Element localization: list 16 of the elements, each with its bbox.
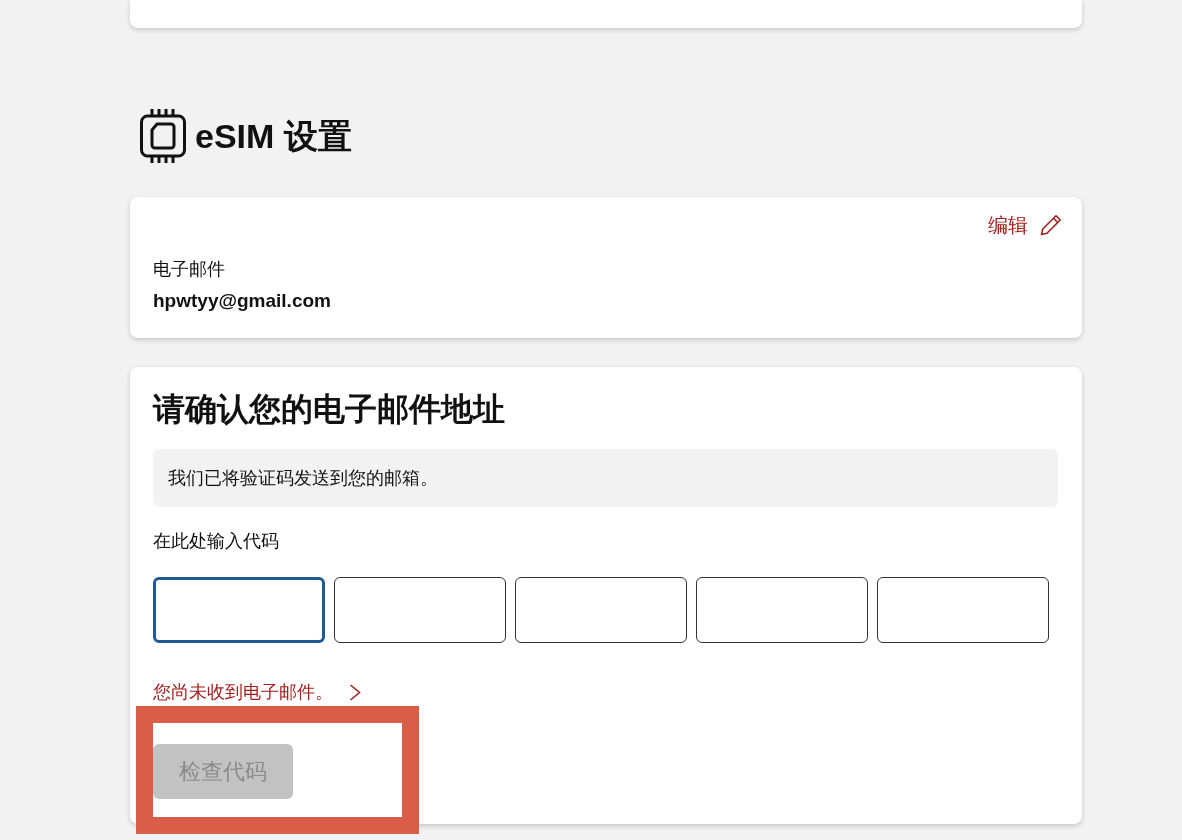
section-title: eSIM 设置 bbox=[195, 116, 352, 157]
pencil-icon bbox=[1040, 214, 1062, 236]
email-value: hpwtyy@gmail.com bbox=[153, 289, 332, 313]
code-input-field[interactable] bbox=[515, 577, 687, 643]
chevron-right-icon bbox=[349, 683, 361, 701]
edit-link[interactable]: 编辑 bbox=[988, 212, 1062, 238]
sim-chip-icon bbox=[140, 108, 186, 164]
notice-text: 我们已将验证码发送到您的邮箱。 bbox=[168, 467, 438, 490]
resend-email-link[interactable]: 您尚未收到电子邮件。 bbox=[153, 680, 361, 704]
email-label: 电子邮件 bbox=[153, 258, 226, 281]
code-input-field[interactable] bbox=[696, 577, 868, 643]
code-input-field[interactable] bbox=[153, 577, 325, 643]
verify-title: 请确认您的电子邮件地址 bbox=[153, 390, 506, 429]
code-input-field[interactable] bbox=[877, 577, 1049, 643]
code-input-field[interactable] bbox=[334, 577, 506, 643]
code-label: 在此处输入代码 bbox=[153, 530, 280, 553]
